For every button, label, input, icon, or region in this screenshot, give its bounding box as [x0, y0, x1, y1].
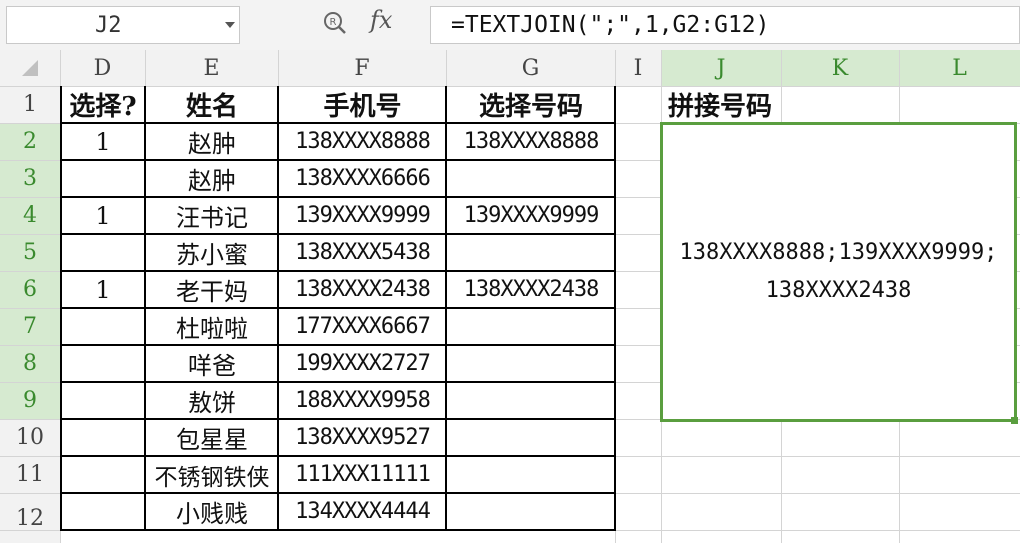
- chevron-down-icon[interactable]: [225, 22, 235, 28]
- cell-name[interactable]: 不锈钢铁侠: [146, 456, 278, 493]
- formula-text: =TEXTJOIN(";",1,G2:G12): [451, 12, 770, 38]
- name-box[interactable]: J2: [6, 6, 240, 44]
- cell-selected[interactable]: [447, 493, 615, 530]
- cell-phone[interactable]: 177XXXX6667: [279, 308, 446, 345]
- row-header[interactable]: 12: [0, 493, 60, 543]
- cell-choose[interactable]: 1: [61, 123, 145, 160]
- cell-name[interactable]: 包星星: [146, 419, 278, 456]
- row-header[interactable]: 7: [0, 308, 60, 345]
- cell-name[interactable]: 杜啦啦: [146, 308, 278, 345]
- cell-choose[interactable]: [61, 160, 145, 197]
- cell-selected[interactable]: 139XXXX9999: [447, 197, 615, 234]
- cell-choose[interactable]: [61, 345, 145, 382]
- column-header-f[interactable]: F: [278, 50, 446, 86]
- cell-phone[interactable]: 199XXXX2727: [279, 345, 446, 382]
- cell-phone[interactable]: 138XXXX8888: [279, 123, 446, 160]
- cell-selected[interactable]: [447, 308, 615, 345]
- cell-phone[interactable]: 139XXXX9999: [279, 197, 446, 234]
- row-header[interactable]: 8: [0, 345, 60, 382]
- formula-input[interactable]: =TEXTJOIN(";",1,G2:G12): [430, 6, 1020, 44]
- cell-selected[interactable]: [447, 382, 615, 419]
- cell-choose[interactable]: [61, 493, 145, 530]
- cell-phone[interactable]: 188XXXX9958: [279, 382, 446, 419]
- cell-selected[interactable]: [447, 234, 615, 271]
- joined-result-line: 138XXXX8888;139XXXX9999;: [679, 240, 998, 265]
- column-header-k[interactable]: K: [781, 50, 899, 86]
- cell-name[interactable]: 汪书记: [146, 197, 278, 234]
- row-header[interactable]: 9: [0, 382, 60, 419]
- header-cell-choose[interactable]: 选择?: [61, 86, 145, 123]
- cell-name[interactable]: 小贱贱: [146, 493, 278, 530]
- row-header[interactable]: 2: [0, 123, 60, 160]
- name-box-value: J2: [95, 13, 122, 38]
- joined-result-line: 138XXXX2438: [765, 278, 912, 303]
- column-header-i[interactable]: I: [615, 50, 661, 86]
- row-header[interactable]: 1: [0, 86, 60, 123]
- header-cell-phone[interactable]: 手机号: [279, 86, 446, 123]
- column-header-j[interactable]: J: [661, 50, 781, 86]
- column-header-l[interactable]: L: [899, 50, 1020, 86]
- corner-triangle-icon: [22, 60, 38, 76]
- zoom-icon[interactable]: R: [322, 10, 348, 36]
- cell-choose[interactable]: [61, 382, 145, 419]
- cell-choose[interactable]: [61, 419, 145, 456]
- cell-phone[interactable]: 111XXX11111: [279, 456, 446, 493]
- cell-selected[interactable]: [447, 456, 615, 493]
- cell-phone[interactable]: 138XXXX6666: [279, 160, 446, 197]
- joined-result-text: 138XXXX8888;139XXXX9999; 138XXXX2438: [680, 234, 998, 310]
- joined-result-cell[interactable]: 138XXXX8888;139XXXX9999; 138XXXX2438: [660, 122, 1017, 422]
- cell-choose[interactable]: [61, 308, 145, 345]
- formula-toolbar: J2 R fx =TEXTJOIN(";",1,G2:G12): [0, 0, 1020, 51]
- row-header[interactable]: 11: [0, 456, 60, 493]
- header-cell-name[interactable]: 姓名: [146, 86, 278, 123]
- cell-phone[interactable]: 138XXXX5438: [279, 234, 446, 271]
- cell-selected[interactable]: 138XXXX8888: [447, 123, 615, 160]
- cell-name[interactable]: 赵肿: [146, 160, 278, 197]
- cell-name[interactable]: 苏小蜜: [146, 234, 278, 271]
- cell-choose[interactable]: 1: [61, 197, 145, 234]
- header-cell-joined[interactable]: 拼接号码: [662, 86, 899, 123]
- cell-phone[interactable]: 138XXXX2438: [279, 271, 446, 308]
- row-header[interactable]: 3: [0, 160, 60, 197]
- header-cell-selected[interactable]: 选择号码: [447, 86, 615, 123]
- row-header[interactable]: 4: [0, 197, 60, 234]
- fill-handle[interactable]: [1011, 417, 1018, 424]
- cell-selected[interactable]: [447, 419, 615, 456]
- row-header[interactable]: 10: [0, 419, 60, 456]
- cell-choose[interactable]: 1: [61, 271, 145, 308]
- column-header-g[interactable]: G: [446, 50, 615, 86]
- column-header-d[interactable]: D: [60, 50, 145, 86]
- cell-selected[interactable]: 138XXXX2438: [447, 271, 615, 308]
- column-header-e[interactable]: E: [145, 50, 278, 86]
- cell-name[interactable]: 咩爸: [146, 345, 278, 382]
- cell-phone[interactable]: 134XXXX4444: [279, 493, 446, 530]
- cell-selected[interactable]: [447, 345, 615, 382]
- cell-name[interactable]: 老干妈: [146, 271, 278, 308]
- cell-phone[interactable]: 138XXXX9527: [279, 419, 446, 456]
- select-all-corner[interactable]: [0, 50, 60, 86]
- svg-text:R: R: [330, 17, 337, 28]
- row-header[interactable]: 5: [0, 234, 60, 271]
- cell-name[interactable]: 赵肿: [146, 123, 278, 160]
- cell-choose[interactable]: [61, 456, 145, 493]
- cell-name[interactable]: 敖饼: [146, 382, 278, 419]
- cell-selected[interactable]: [447, 160, 615, 197]
- fx-icon[interactable]: fx: [370, 6, 392, 34]
- row-header[interactable]: 6: [0, 271, 60, 308]
- cell-choose[interactable]: [61, 234, 145, 271]
- spreadsheet-grid: D E F G I J K L 1 2 3 4 5 6 7 8 9 10 11 …: [0, 50, 1020, 543]
